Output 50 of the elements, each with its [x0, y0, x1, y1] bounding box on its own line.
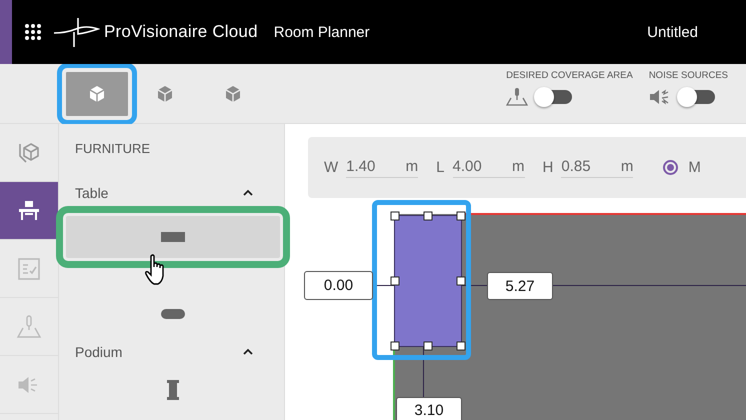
furniture-item[interactable]	[66, 216, 280, 258]
toggle-switch[interactable]	[678, 90, 715, 104]
cube-icon	[88, 85, 106, 103]
offset-label: 3.10	[396, 397, 462, 420]
cube-icon	[156, 85, 174, 103]
resize-handle[interactable]	[390, 276, 400, 286]
offset-label: 5.27	[487, 272, 553, 300]
resize-handle[interactable]	[424, 212, 432, 220]
app-grid-icon[interactable]	[24, 23, 42, 41]
radio-button[interactable]	[663, 160, 678, 175]
speaker-noise-icon	[648, 87, 671, 107]
leader-line	[423, 347, 424, 397]
view-button[interactable]	[66, 72, 128, 116]
app-name: ProVisionaire Cloud	[104, 22, 258, 42]
panel-title: FURNITURE	[74, 140, 152, 156]
accent-strip	[0, 0, 12, 64]
toggle-label: NOISE SOURCES	[648, 70, 728, 81]
offset-label: 0.00	[304, 271, 373, 300]
checklist-icon	[16, 256, 42, 282]
rectangle-table-icon	[161, 232, 185, 242]
chevron-icon[interactable]	[242, 348, 254, 356]
document-title: Untitled	[647, 24, 698, 40]
rail-tab[interactable]	[0, 182, 58, 240]
wall-line	[393, 348, 395, 420]
chevron-icon[interactable]	[242, 189, 254, 197]
rounded-table-icon	[161, 309, 185, 319]
resize-handle[interactable]	[390, 212, 400, 220]
resize-handle[interactable]	[456, 276, 466, 286]
resize-handle[interactable]	[424, 342, 432, 350]
microphone-area-icon	[506, 87, 528, 107]
radio-label: M	[688, 159, 701, 176]
resize-handle[interactable]	[456, 342, 466, 350]
group-name: Table	[75, 185, 108, 201]
dimension-field[interactable]: 1.40 m	[346, 158, 418, 178]
microphone-area-icon	[16, 314, 42, 340]
dimension-label: H	[542, 159, 554, 176]
podium-icon	[167, 380, 179, 400]
cube-icon	[224, 85, 242, 103]
resize-handle[interactable]	[390, 342, 400, 350]
logo-swoosh-icon	[52, 15, 100, 49]
toggle-label: DESIRED COVERAGE AREA	[506, 70, 633, 81]
group-name: Podium	[75, 344, 122, 360]
dimension-field[interactable]: 0.85 m	[561, 158, 634, 178]
dimension-label: W	[324, 159, 338, 176]
toggle-switch[interactable]	[536, 90, 572, 104]
module-name: Room Planner	[274, 24, 370, 40]
dimension-field[interactable]: 4.00 m	[452, 158, 525, 178]
dimension-label: L	[436, 159, 445, 176]
resize-handle[interactable]	[456, 212, 466, 220]
leader-line	[462, 285, 487, 286]
